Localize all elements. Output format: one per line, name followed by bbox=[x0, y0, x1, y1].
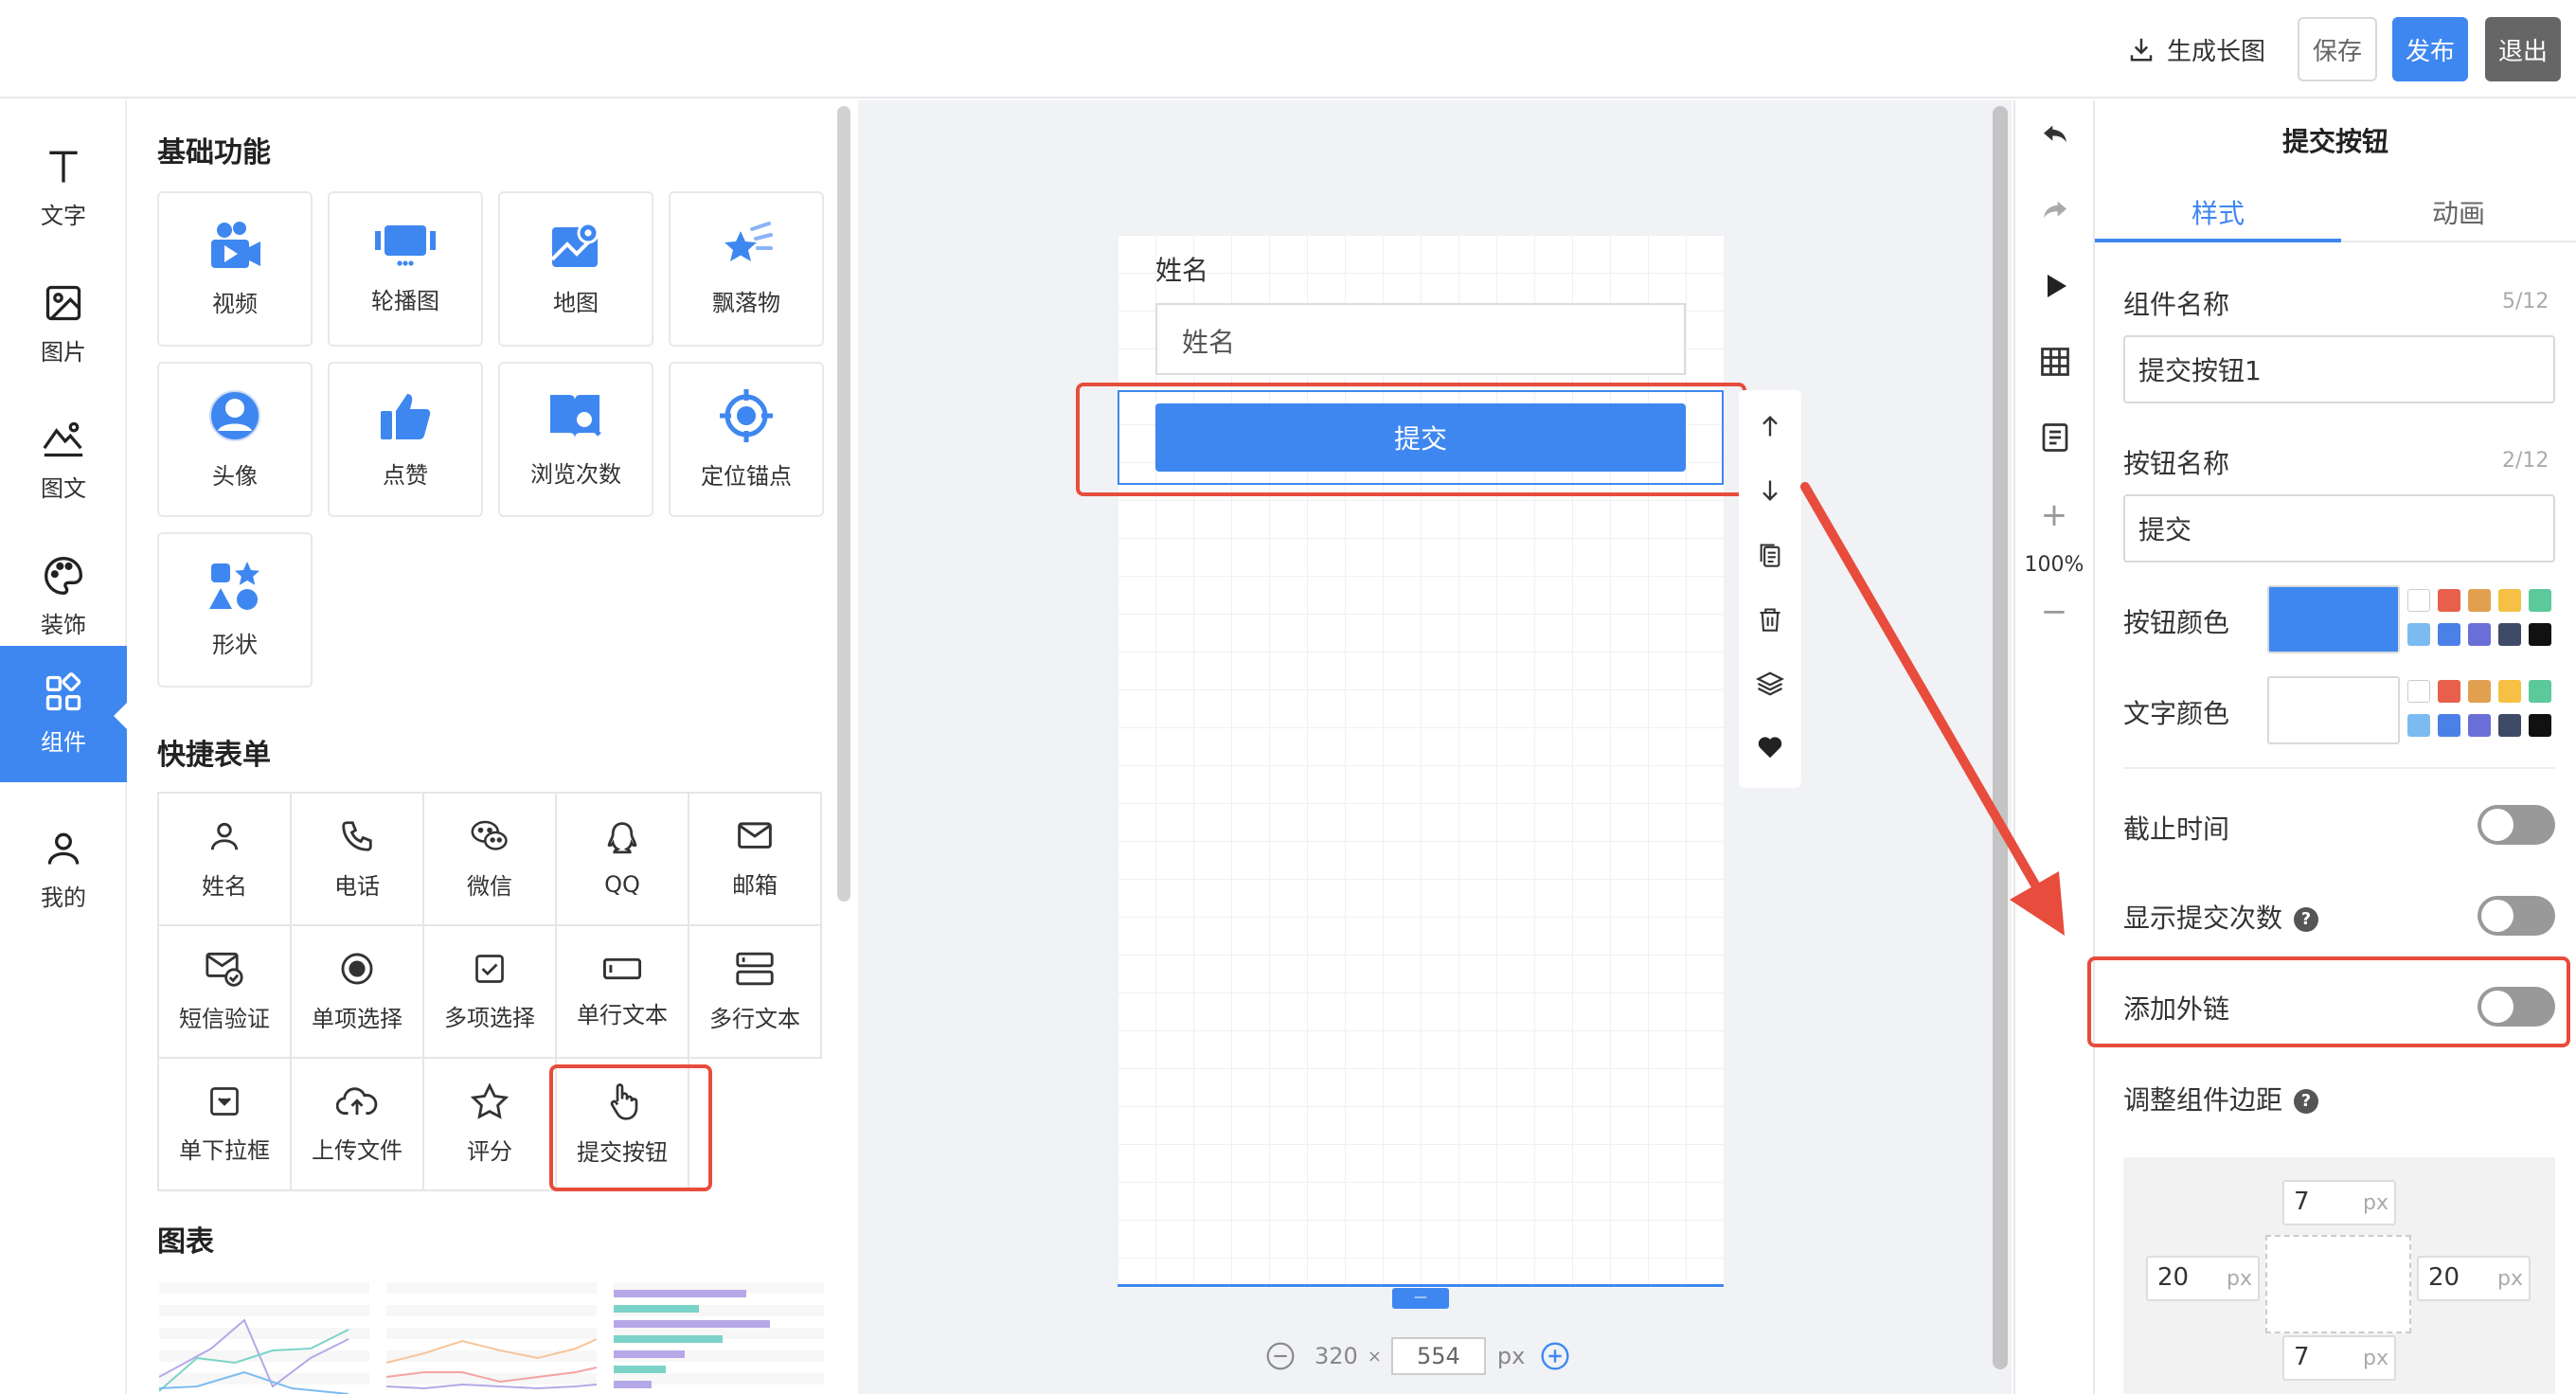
annotation-arrow bbox=[1800, 482, 2065, 936]
